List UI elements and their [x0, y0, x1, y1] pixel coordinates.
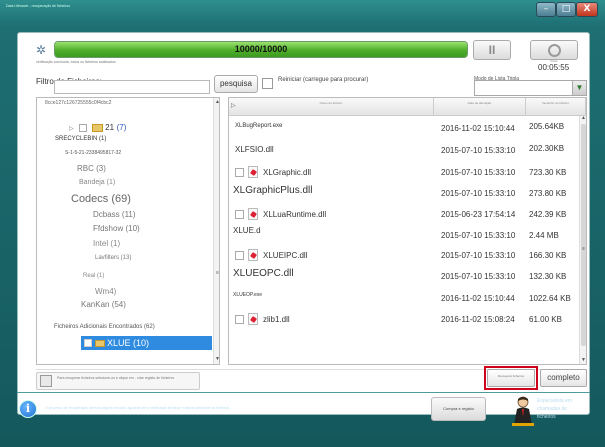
highlight-box: [484, 366, 538, 390]
spinner-icon: ✲: [36, 43, 47, 57]
tree-item[interactable]: RBC (3): [77, 164, 106, 173]
scroll-down-icon[interactable]: ▼: [580, 357, 586, 363]
pause-button[interactable]: II: [473, 40, 511, 60]
table-row[interactable]: XLGraphic.dll 2015-07-10 15:33:10 723.30…: [229, 165, 577, 181]
status-message-box: Para recuperar ficheiros selecione-os e …: [36, 372, 200, 390]
scan-sub-status: verificação concluída, todos os ficheiro…: [36, 60, 116, 64]
close-button[interactable]: X: [576, 2, 598, 17]
file-checkbox[interactable]: [235, 168, 244, 177]
tree-scrollbar[interactable]: ▲ ≡ ▼: [213, 98, 219, 364]
maximize-button[interactable]: □: [556, 2, 576, 17]
search-button[interactable]: pesquisa: [214, 75, 258, 93]
scroll-grip-icon[interactable]: ≡: [580, 246, 586, 252]
table-row[interactable]: XLUEOPC.dll 2015-07-10 15:33:10 132.30 K…: [229, 268, 577, 284]
additional-files-label: Ficheiros Adicionais Encontrados (62): [54, 324, 155, 330]
restart-label: Reiniciar (carregue para procurar): [278, 77, 369, 83]
window-title: Data Lifesaver - recuperação de ficheiro…: [6, 4, 71, 8]
file-checkbox[interactable]: [235, 315, 244, 324]
info-text: O processo de recuperação demora alguns …: [45, 406, 231, 410]
file-checkbox[interactable]: [235, 251, 244, 260]
sort-arrow-icon: ▷: [231, 103, 236, 109]
table-row[interactable]: zlib1.dll 2016-11-02 15:08:24 61.00 KB: [229, 312, 577, 328]
view-mode-select[interactable]: ▼: [474, 80, 587, 96]
table-row[interactable]: XLGraphicPlus.dll 2015-07-10 15:33:10 27…: [229, 185, 577, 201]
table-row[interactable]: XLUEOP.exe 2016-11-02 15:10:44 1022.64 K…: [229, 290, 577, 306]
dll-file-icon: [248, 166, 258, 178]
file-list: ▷ Nome do ficheiro Data de alteração Tam…: [228, 97, 587, 365]
scan-progress-text: 10000/10000: [234, 44, 288, 54]
scroll-thumb[interactable]: [581, 124, 586, 346]
dll-file-icon: [248, 313, 258, 325]
status-message: Para recuperar ficheiros selecione-os e …: [57, 376, 175, 380]
tree-item[interactable]: Dcbass (11): [93, 210, 136, 219]
stop-button[interactable]: [530, 40, 578, 60]
table-row[interactable]: XLFSIO.dll 2015-07-10 15:33:10 202.30KB: [229, 143, 577, 159]
tree-item[interactable]: KanKan (54): [81, 300, 126, 309]
tree-item[interactable]: S-1-5-21-2338495817-32: [65, 150, 121, 156]
recover-hint-icon: [40, 375, 52, 387]
tree-item[interactable]: Codecs (69): [71, 193, 131, 205]
column-header-name[interactable]: ▷ Nome do ficheiro: [229, 98, 434, 116]
main-panel: ✲ 10000/10000 verificação concluída, tod…: [17, 32, 590, 415]
column-header-size[interactable]: Tamanho do ficheiro: [526, 98, 586, 116]
tree-item[interactable]: SRECYCLEBIN (1): [55, 136, 106, 142]
tree-item[interactable]: Intel (1): [93, 239, 120, 248]
file-list-header: ▷ Nome do ficheiro Data de alteração Tam…: [229, 98, 586, 116]
info-icon[interactable]: i: [19, 400, 37, 418]
scroll-down-icon[interactable]: ▼: [214, 356, 219, 362]
table-row[interactable]: XLLuaRuntime.dll 2015-06-23 17:54:14 242…: [229, 207, 577, 223]
tree-item[interactable]: ▷ 21 (7): [69, 122, 126, 132]
dll-file-icon: [248, 249, 258, 261]
tree-item-label: XLUE (10): [107, 338, 150, 348]
tree-item[interactable]: Real (1): [83, 273, 104, 279]
dll-file-icon: [248, 208, 258, 220]
expert-avatar-icon[interactable]: [510, 395, 536, 427]
dropdown-arrow-icon[interactable]: ▼: [572, 81, 586, 95]
tree-item[interactable]: Ffdshow (10): [93, 224, 140, 233]
table-row[interactable]: XLBugReport.exe 2016-11-02 15:10:44 205.…: [229, 120, 577, 136]
folder-icon: [95, 340, 105, 347]
window-titlebar: Data Lifesaver - recuperação de ficheiro…: [0, 0, 605, 26]
restart-checkbox[interactable]: [262, 78, 273, 89]
pause-icon: II: [488, 43, 496, 57]
scroll-grip-icon[interactable]: ≡: [214, 270, 219, 276]
complete-button[interactable]: completo: [540, 369, 587, 387]
tree-item[interactable]: Bandeja (1): [79, 179, 115, 186]
scan-progress-bar: 10000/10000: [54, 41, 468, 58]
tree-item[interactable]: Wm4): [95, 287, 116, 296]
scroll-up-icon[interactable]: ▲: [214, 99, 219, 105]
stop-icon: [547, 44, 561, 57]
file-checkbox[interactable]: [235, 210, 244, 219]
filter-input[interactable]: [54, 80, 210, 94]
expand-arrow-icon[interactable]: ▷: [69, 126, 74, 132]
column-header-date[interactable]: Data de alteração: [434, 98, 526, 116]
scroll-up-icon[interactable]: ▲: [580, 115, 586, 121]
folder-icon: [91, 123, 103, 132]
buy-register-button[interactable]: Compra e registo: [431, 397, 486, 421]
bottom-info-bar: i O processo de recuperação demora algun…: [17, 392, 590, 439]
tree-checkbox[interactable]: [79, 123, 88, 132]
table-row[interactable]: XLUE.d 2015-07-10 15:33:10 2.44 MB: [229, 226, 577, 242]
elapsed-timer: 00:05:55: [538, 63, 570, 72]
expert-help-text[interactable]: Especialista em chamadas de ficheiros: [537, 397, 585, 421]
tree-item[interactable]: 8cce127c126725555c0f4cbc2: [45, 100, 111, 106]
tree-item[interactable]: Lavfilters (13): [95, 255, 131, 261]
table-row[interactable]: XLUEIPC.dll 2015-07-10 15:33:10 166.30 K…: [229, 248, 577, 264]
app-frame: ✲ 10000/10000 verificação concluída, tod…: [0, 26, 605, 447]
tree-checkbox[interactable]: [84, 339, 92, 347]
minimize-button[interactable]: –: [536, 2, 556, 17]
file-list-scrollbar[interactable]: ▲ ≡ ▼: [579, 115, 586, 364]
